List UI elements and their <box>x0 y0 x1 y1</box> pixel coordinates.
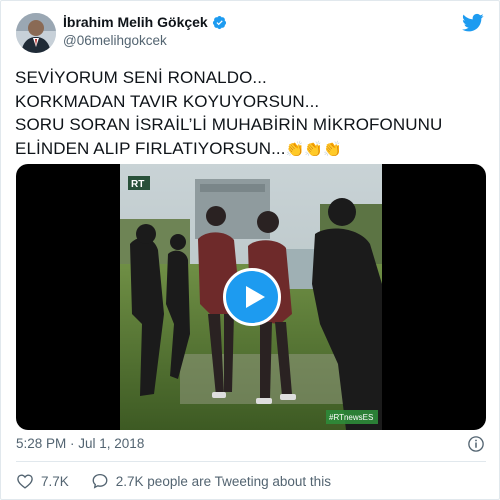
like-count: 7.7K <box>41 473 69 489</box>
info-icon[interactable] <box>467 435 485 453</box>
video-watermark-rt: RT <box>131 179 144 190</box>
avatar[interactable] <box>16 13 56 53</box>
author-block: İbrahim Melih Gökçek @06melihgokcek <box>63 13 227 48</box>
tweet-text-line: KORKMADAN TAVIR KOYUYORSUN... <box>15 91 320 111</box>
author-name[interactable]: İbrahim Melih Gökçek <box>63 14 208 30</box>
like-button[interactable]: 7.7K <box>16 472 69 490</box>
clapping-hands-emoji: 👏👏👏 <box>285 140 342 158</box>
video-player[interactable]: RT #RTnewsES <box>16 164 486 430</box>
tweet-text-line: SEVİYORUM SENİ RONALDO... <box>15 68 267 87</box>
video-watermark-hashtag: #RTnewsES <box>329 413 373 422</box>
tweet-text: SEVİYORUM SENİ RONALDO... KORKMADAN TAVI… <box>15 66 490 161</box>
tweet-text-line: SORU SORAN İSRAİL’Lİ MUHABİRİN MİKROFONU… <box>15 115 443 134</box>
speech-bubble-icon <box>92 473 108 489</box>
tweet-text-line: ELİNDEN ALIP FIRLATIYORSUN...👏👏👏 <box>15 137 490 162</box>
tweeting-about-text: 2.7K people are Tweeting about this <box>115 473 331 489</box>
verified-badge-icon <box>212 15 227 30</box>
author-handle[interactable]: @06melihgokcek <box>63 33 227 48</box>
tweet-text-line-last: ELİNDEN ALIP FIRLATIYORSUN... <box>15 138 286 158</box>
play-icon[interactable] <box>223 268 281 326</box>
tweeting-about-link[interactable]: 2.7K people are Tweeting about this <box>91 472 331 490</box>
tweet-card: İbrahim Melih Gökçek @06melihgokcek SEVİ… <box>0 0 500 500</box>
tweet-timestamp[interactable]: 5:28 PM · Jul 1, 2018 <box>16 436 144 451</box>
author-name-row: İbrahim Melih Gökçek <box>63 13 227 31</box>
divider <box>16 461 486 462</box>
tweet-actions: 7.7K 2.7K people are Tweeting about this <box>16 472 331 490</box>
heart-icon <box>17 474 33 489</box>
twitter-bird-icon[interactable] <box>462 13 484 33</box>
